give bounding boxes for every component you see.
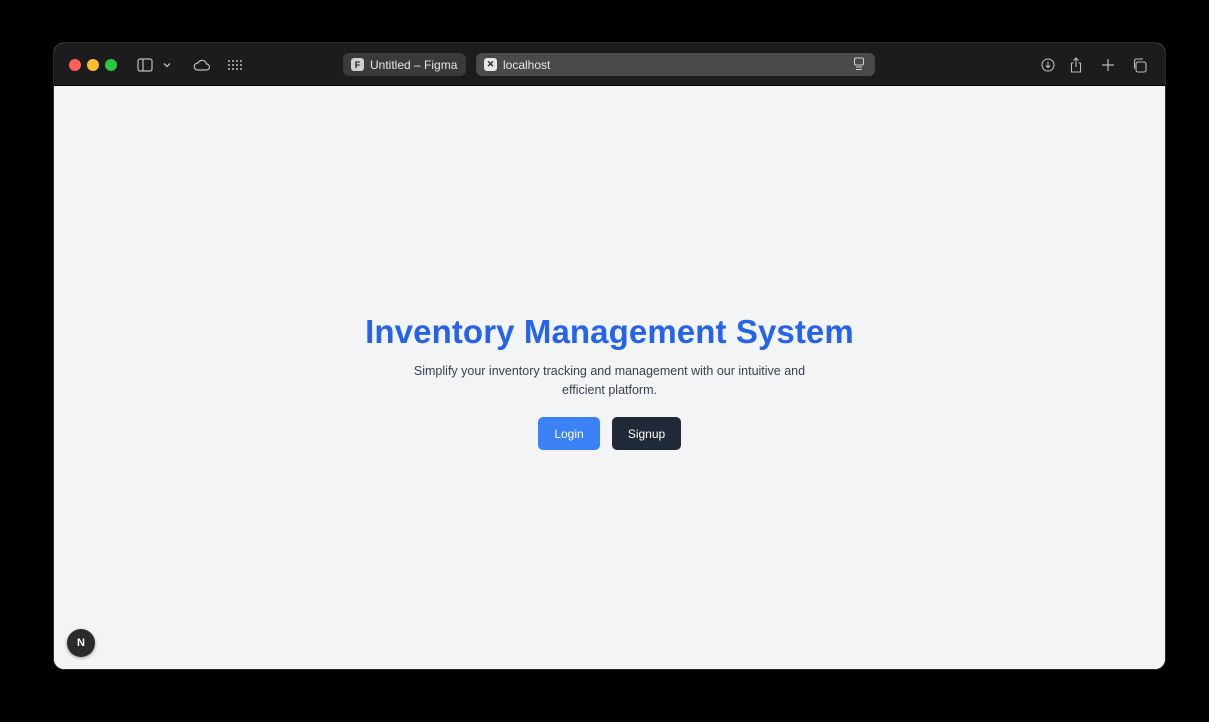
browser-window: F Untitled – Figma ✕ localhost Inventory… [54,43,1165,669]
tab-title: Untitled – Figma [370,57,458,72]
localhost-favicon-icon: ✕ [484,58,497,71]
nextjs-dev-badge[interactable]: N [67,629,95,657]
maximize-window-button[interactable] [105,59,117,71]
tab-figma[interactable]: F Untitled – Figma [343,53,466,76]
signup-button[interactable]: Signup [612,417,681,450]
tabs-overview-icon[interactable] [1128,54,1150,76]
hero-section: Inventory Management System Simplify you… [54,312,1165,450]
grid-icon[interactable] [224,54,246,76]
tab-localhost[interactable]: ✕ localhost [476,53,875,76]
chevron-down-icon[interactable] [156,54,178,76]
plus-icon[interactable] [1097,54,1119,76]
figma-favicon-icon: F [351,58,364,71]
download-icon[interactable] [1037,54,1059,76]
login-button[interactable]: Login [538,417,600,450]
page-subtitle: Simplify your inventory tracking and man… [413,364,806,397]
page-title: Inventory Management System [365,313,854,350]
cloud-icon[interactable] [191,54,213,76]
tab-title: localhost [503,57,551,72]
minimize-window-button[interactable] [87,59,99,71]
page-content: Inventory Management System Simplify you… [54,87,1165,669]
browser-toolbar: F Untitled – Figma ✕ localhost [54,43,1165,86]
close-window-button[interactable] [69,59,81,71]
auth-buttons: Login Signup [538,417,681,450]
share-icon[interactable] [1065,54,1087,76]
reader-icon[interactable] [853,57,865,74]
sidebar-icon[interactable] [134,54,156,76]
desktop: F Untitled – Figma ✕ localhost Inventory… [0,0,1209,722]
